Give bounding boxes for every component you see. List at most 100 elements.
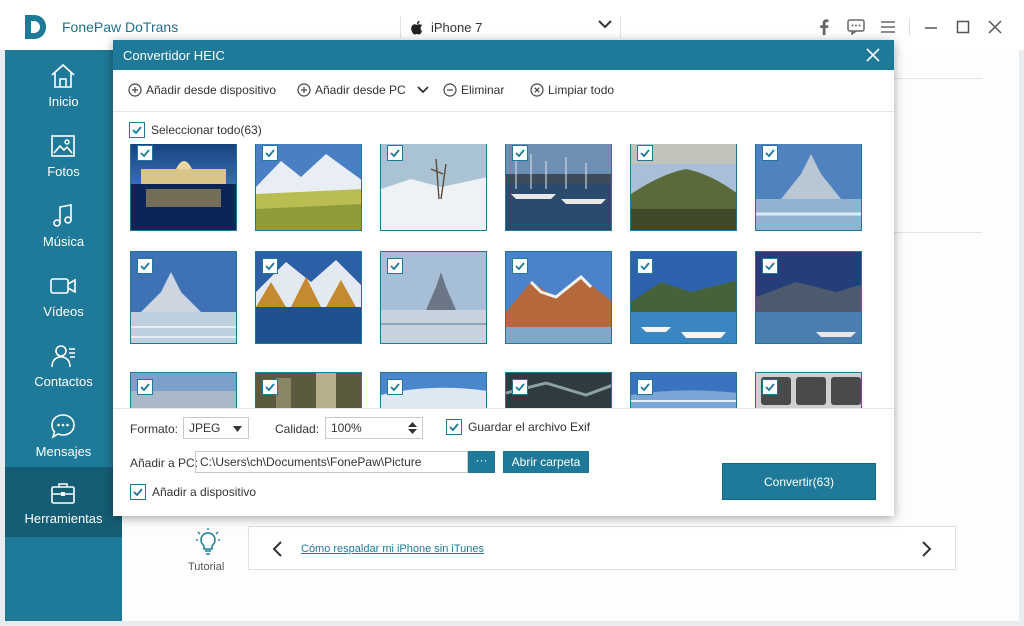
select-all-checkbox[interactable]: Seleccionar todo(63) — [129, 122, 262, 138]
facebook-icon[interactable] — [813, 16, 835, 38]
device-selector[interactable]: iPhone 7 — [410, 16, 612, 38]
checkbox-checked[interactable] — [130, 484, 146, 500]
photo-thumbnail[interactable] — [630, 251, 737, 344]
photo-thumbnail[interactable] — [630, 372, 737, 408]
photo-thumbnail[interactable] — [755, 251, 862, 344]
checkbox-checked[interactable] — [637, 379, 653, 395]
photo-thumbnail[interactable] — [255, 372, 362, 408]
checkbox-checked[interactable] — [137, 379, 153, 395]
sidebar-item-label: Herramientas — [24, 511, 103, 526]
sidebar-item-inicio[interactable]: Inicio — [5, 50, 122, 120]
chevron-down-icon[interactable] — [416, 85, 430, 95]
chevron-down-icon[interactable] — [598, 19, 612, 29]
video-icon — [50, 278, 76, 294]
device-separator-left — [400, 16, 401, 38]
delete-button[interactable]: Eliminar — [443, 83, 504, 97]
divider — [892, 232, 982, 233]
open-folder-button[interactable]: Abrir carpeta — [503, 451, 589, 473]
window-controls — [813, 16, 1006, 38]
format-value: JPEG — [189, 421, 221, 435]
sidebar-item-label: Mensajes — [35, 444, 92, 459]
browse-button[interactable]: ··· — [468, 451, 495, 473]
checkbox-checked[interactable] — [129, 122, 145, 138]
plus-circle-icon — [128, 83, 142, 97]
x-circle-icon — [530, 83, 544, 97]
minimize-icon[interactable] — [920, 16, 942, 38]
checkbox-checked[interactable] — [387, 145, 403, 161]
checkbox-checked[interactable] — [512, 258, 528, 274]
add-from-device-label: Añadir desde dispositivo — [146, 83, 277, 97]
photo-thumbnail[interactable] — [630, 144, 737, 231]
toolbox-icon — [51, 483, 75, 504]
checkbox-checked[interactable] — [446, 419, 462, 435]
caret-down-icon — [233, 426, 242, 432]
heic-converter-dialog: Convertidor HEIC Añadir desde dispositiv… — [113, 40, 894, 516]
plus-circle-icon — [297, 83, 311, 97]
photo-thumbnail[interactable] — [130, 251, 237, 344]
photo-thumbnail[interactable] — [755, 372, 862, 408]
sidebar-item-musica[interactable]: Música — [5, 190, 122, 260]
checkbox-checked[interactable] — [137, 258, 153, 274]
sidebar-item-label: Contactos — [34, 374, 93, 389]
photo-thumbnail[interactable] — [255, 251, 362, 344]
tutorial-carousel: Cómo respaldar mi iPhone sin iTunes — [248, 526, 956, 570]
add-from-pc-label: Añadir desde PC — [315, 83, 406, 97]
sidebar-item-label: Música — [42, 234, 85, 249]
conversion-settings: Formato: JPEG Calidad: 100% Guardar el a… — [113, 408, 894, 516]
photo-thumbnail[interactable] — [505, 372, 612, 408]
add-from-device-button[interactable]: Añadir desde dispositivo — [128, 83, 276, 97]
clear-all-button[interactable]: Limpiar todo — [530, 83, 614, 97]
maximize-icon[interactable] — [952, 16, 974, 38]
photo-thumbnail[interactable] — [380, 372, 487, 408]
format-select[interactable]: JPEG — [183, 417, 249, 439]
checkbox-checked[interactable] — [387, 258, 403, 274]
close-icon[interactable] — [864, 46, 882, 64]
sidebar-item-contactos[interactable]: Contactos — [5, 330, 122, 400]
checkbox-checked[interactable] — [762, 258, 778, 274]
chevron-right-icon[interactable] — [921, 540, 933, 558]
convert-button[interactable]: Convertir(63) — [722, 463, 876, 500]
checkbox-checked[interactable] — [387, 379, 403, 395]
quality-stepper[interactable]: 100% — [325, 417, 423, 439]
output-path-input[interactable]: C:\Users\ch\Documents\FonePaw\Picture — [195, 451, 468, 473]
tutorial-link[interactable]: Cómo respaldar mi iPhone sin iTunes — [301, 543, 484, 555]
close-window-icon[interactable] — [984, 16, 1006, 38]
add-to-device-checkbox[interactable]: Añadir a dispositivo — [130, 484, 256, 500]
photo-thumbnail[interactable] — [505, 144, 612, 231]
checkbox-checked[interactable] — [262, 145, 278, 161]
photo-thumbnail[interactable] — [130, 372, 237, 408]
checkbox-checked[interactable] — [512, 145, 528, 161]
format-label: Formato: — [130, 422, 179, 436]
save-exif-label: Guardar el archivo Exif — [468, 420, 591, 434]
sidebar-item-videos[interactable]: Vídeos — [5, 260, 122, 330]
clear-all-label: Limpiar todo — [548, 83, 615, 97]
checkbox-checked[interactable] — [512, 379, 528, 395]
menu-icon[interactable] — [877, 16, 899, 38]
select-all-label: Seleccionar todo(63) — [151, 123, 262, 137]
photo-thumbnail[interactable] — [755, 144, 862, 231]
divider — [892, 78, 982, 79]
save-exif-checkbox[interactable]: Guardar el archivo Exif — [446, 419, 590, 435]
sidebar-item-fotos[interactable]: Fotos — [5, 120, 122, 190]
photo-thumbnail[interactable] — [255, 144, 362, 231]
quality-value: 100% — [331, 421, 362, 435]
checkbox-checked[interactable] — [762, 379, 778, 395]
photo-thumbnail[interactable] — [130, 144, 237, 231]
checkbox-checked[interactable] — [637, 145, 653, 161]
checkbox-checked[interactable] — [262, 379, 278, 395]
apple-icon — [411, 20, 422, 35]
sidebar-item-herramientas[interactable]: Herramientas — [5, 467, 122, 537]
add-from-pc-button[interactable]: Añadir desde PC — [297, 83, 430, 97]
sidebar-item-mensajes[interactable]: Mensajes — [5, 400, 122, 470]
checkbox-checked[interactable] — [637, 258, 653, 274]
checkbox-checked[interactable] — [262, 258, 278, 274]
photo-thumbnail[interactable] — [505, 251, 612, 344]
lightbulb-icon — [196, 528, 220, 555]
checkbox-checked[interactable] — [137, 145, 153, 161]
photo-thumbnail[interactable] — [380, 144, 487, 231]
checkbox-checked[interactable] — [762, 145, 778, 161]
stepper-icon[interactable] — [408, 422, 417, 434]
feedback-icon[interactable] — [845, 16, 867, 38]
photo-thumbnail[interactable] — [380, 251, 487, 344]
chevron-left-icon[interactable] — [271, 540, 283, 558]
